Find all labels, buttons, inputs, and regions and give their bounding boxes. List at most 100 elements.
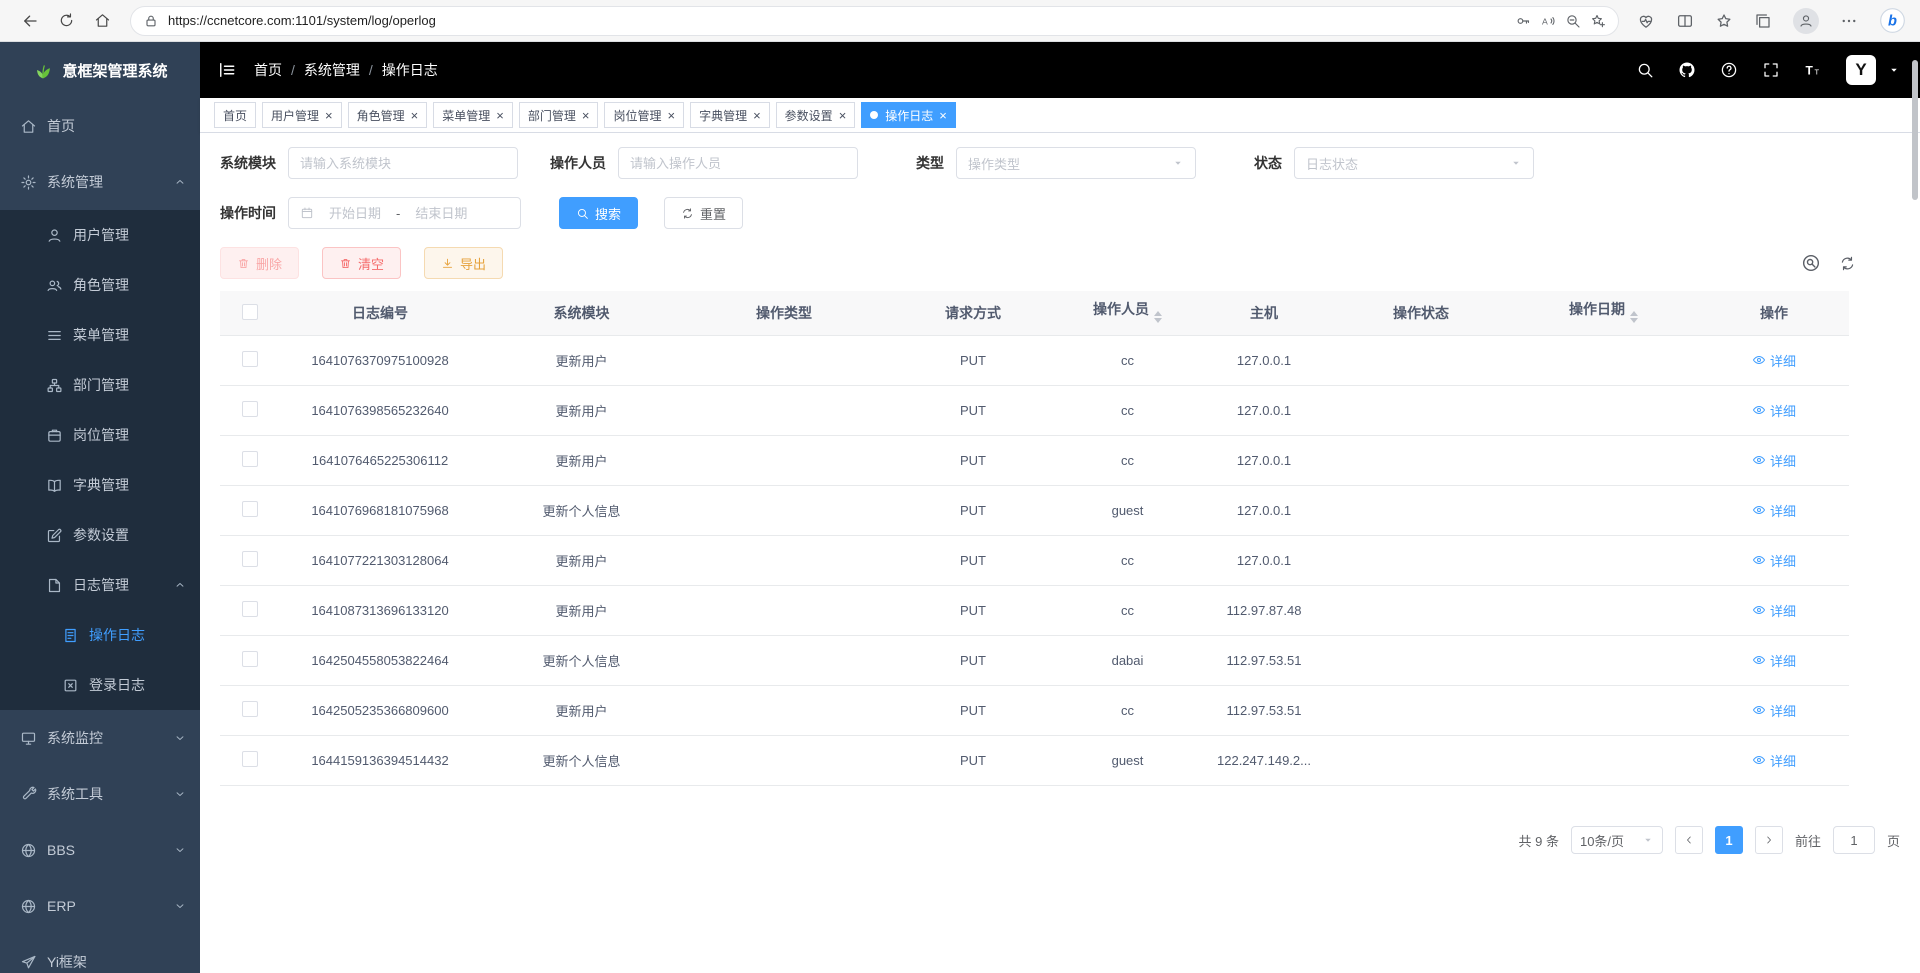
sidebar-item-home[interactable]: 首页 <box>0 98 200 154</box>
row-checkbox[interactable] <box>242 701 258 717</box>
row-checkbox[interactable] <box>242 501 258 517</box>
tab-home[interactable]: 首页 <box>214 102 256 128</box>
type-select[interactable]: 操作类型 <box>956 147 1196 179</box>
help-icon[interactable] <box>1720 61 1738 79</box>
sidebar-item-user[interactable]: 用户管理 <box>0 210 200 260</box>
sidebar-item-post[interactable]: 岗位管理 <box>0 410 200 460</box>
favorites-icon[interactable] <box>1715 12 1733 30</box>
goto-page-input[interactable] <box>1833 826 1875 854</box>
reset-button[interactable]: 重置 <box>664 197 743 229</box>
tab-operlog[interactable]: 操作日志× <box>861 102 956 128</box>
password-key-icon[interactable] <box>1515 13 1531 29</box>
detail-link[interactable]: 详细 <box>1752 501 1796 520</box>
detail-link[interactable]: 详细 <box>1752 401 1796 420</box>
column-header-date[interactable]: 操作日期 <box>1508 291 1699 336</box>
tab-dept[interactable]: 部门管理× <box>519 102 599 128</box>
detail-link[interactable]: 详细 <box>1752 601 1796 620</box>
browser-profile-avatar[interactable] <box>1793 8 1819 34</box>
sidebar-item-menu[interactable]: 菜单管理 <box>0 310 200 360</box>
caret-down-icon[interactable] <box>1888 64 1900 76</box>
sidebar-item-param[interactable]: 参数设置 <box>0 510 200 560</box>
tab-close-icon[interactable]: × <box>411 109 419 122</box>
tab-close-icon[interactable]: × <box>325 109 333 122</box>
search-button[interactable]: 搜索 <box>559 197 638 229</box>
row-checkbox[interactable] <box>242 551 258 567</box>
sidebar-item-loginlog[interactable]: 登录日志 <box>0 660 200 710</box>
date-range-picker[interactable]: - <box>288 197 521 229</box>
fullscreen-icon[interactable] <box>1762 61 1780 79</box>
sidebar-item-monitor[interactable]: 系统监控 <box>0 710 200 766</box>
start-date-input[interactable] <box>320 205 390 222</box>
tab-close-icon[interactable]: × <box>839 109 847 122</box>
read-aloud-icon[interactable]: A <box>1540 13 1556 29</box>
tab-post[interactable]: 岗位管理× <box>604 102 684 128</box>
current-page-button[interactable]: 1 <box>1715 826 1743 854</box>
sort-carets-icon[interactable] <box>1154 307 1162 327</box>
row-checkbox[interactable] <box>242 351 258 367</box>
user-avatar[interactable]: Y <box>1846 55 1876 85</box>
select-all-checkbox[interactable] <box>242 304 258 320</box>
tab-close-icon[interactable]: × <box>939 109 947 122</box>
detail-link[interactable]: 详细 <box>1752 751 1796 770</box>
browser-essentials-icon[interactable] <box>1637 12 1655 30</box>
detail-link[interactable]: 详细 <box>1752 351 1796 370</box>
sidebar-item-system[interactable]: 系统管理 <box>0 154 200 210</box>
font-size-icon[interactable]: TT <box>1804 61 1822 79</box>
refresh-table-button[interactable] <box>1839 255 1856 272</box>
row-checkbox[interactable] <box>242 451 258 467</box>
delete-button[interactable]: 删除 <box>220 247 299 279</box>
sidebar-item-dict[interactable]: 字典管理 <box>0 460 200 510</box>
toggle-search-button[interactable] <box>1801 253 1821 273</box>
add-favorite-icon[interactable] <box>1590 13 1606 29</box>
collapse-sidebar-button[interactable] <box>200 42 254 98</box>
sidebar-item-dept[interactable]: 部门管理 <box>0 360 200 410</box>
sidebar-item-operlog[interactable]: 操作日志 <box>0 610 200 660</box>
browser-menu-icon[interactable] <box>1840 12 1858 30</box>
sidebar-item-erp[interactable]: ERP <box>0 878 200 934</box>
tab-close-icon[interactable]: × <box>496 109 504 122</box>
tab-close-icon[interactable]: × <box>582 109 590 122</box>
prev-page-button[interactable] <box>1675 826 1703 854</box>
detail-link[interactable]: 详细 <box>1752 551 1796 570</box>
status-select[interactable]: 日志状态 <box>1294 147 1534 179</box>
column-header-operator[interactable]: 操作人员 <box>1061 291 1194 336</box>
sidebar-item-role[interactable]: 角色管理 <box>0 260 200 310</box>
split-screen-icon[interactable] <box>1676 12 1694 30</box>
address-bar[interactable]: https://ccnetcore.com:1101/system/log/op… <box>130 6 1619 36</box>
zoom-out-icon[interactable] <box>1565 13 1581 29</box>
detail-link[interactable]: 详细 <box>1752 651 1796 670</box>
breadcrumb-item[interactable]: 首页 <box>254 60 282 80</box>
browser-home-button[interactable] <box>86 5 118 37</box>
header-search-icon[interactable] <box>1636 61 1654 79</box>
sidebar-item-bbs[interactable]: BBS <box>0 822 200 878</box>
breadcrumb-item[interactable]: 系统管理 <box>304 60 360 80</box>
next-page-button[interactable] <box>1755 826 1783 854</box>
tab-user[interactable]: 用户管理× <box>262 102 342 128</box>
clear-button[interactable]: 清空 <box>322 247 401 279</box>
tab-param[interactable]: 参数设置× <box>776 102 856 128</box>
sidebar-item-yiframe[interactable]: Yi框架 <box>0 934 200 973</box>
tab-menu[interactable]: 菜单管理× <box>433 102 513 128</box>
page-size-select[interactable]: 10条/页 <box>1571 826 1663 854</box>
sidebar-item-log[interactable]: 日志管理 <box>0 560 200 610</box>
module-input[interactable] <box>288 147 518 179</box>
detail-link[interactable]: 详细 <box>1752 701 1796 720</box>
operator-input[interactable] <box>618 147 858 179</box>
tab-role[interactable]: 角色管理× <box>348 102 428 128</box>
sidebar-item-tools[interactable]: 系统工具 <box>0 766 200 822</box>
bing-copilot-icon[interactable]: b <box>1879 7 1906 34</box>
end-date-input[interactable] <box>406 205 476 222</box>
scrollbar-thumb[interactable] <box>1912 60 1918 200</box>
row-checkbox[interactable] <box>242 751 258 767</box>
row-checkbox[interactable] <box>242 401 258 417</box>
row-checkbox[interactable] <box>242 651 258 667</box>
back-button[interactable] <box>14 5 46 37</box>
detail-link[interactable]: 详细 <box>1752 451 1796 470</box>
collections-icon[interactable] <box>1754 12 1772 30</box>
tab-close-icon[interactable]: × <box>753 109 761 122</box>
github-icon[interactable] <box>1678 61 1696 79</box>
sort-carets-icon[interactable] <box>1630 307 1638 327</box>
row-checkbox[interactable] <box>242 601 258 617</box>
reload-button[interactable] <box>50 5 82 37</box>
export-button[interactable]: 导出 <box>424 247 503 279</box>
